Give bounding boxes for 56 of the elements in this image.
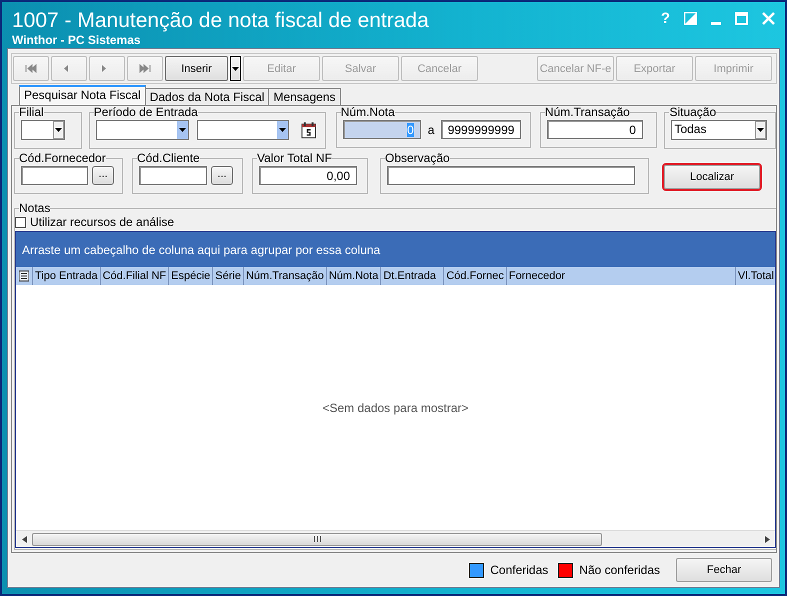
group-label: Notas: [19, 202, 50, 214]
group-label: Cód.Cliente: [137, 152, 200, 164]
group-label: Núm.Nota: [340, 106, 395, 118]
dropdown-button[interactable]: [277, 121, 288, 139]
group-label: Núm.Transação: [544, 106, 630, 118]
combo-value: Todas: [673, 121, 708, 138]
caret-icon[interactable]: [279, 128, 286, 132]
checkbox-label: Utilizar recursos de análise: [30, 215, 174, 229]
toolbar-button[interactable]: Inserir: [165, 56, 228, 81]
caret-icon[interactable]: [757, 128, 764, 132]
range-separator: a: [428, 122, 434, 136]
column-chooser-icon[interactable]: [19, 270, 29, 282]
checkbox[interactable]: [15, 216, 26, 228]
tab[interactable]: Pesquisar Nota Fiscal: [19, 85, 146, 105]
input-field[interactable]: [21, 166, 88, 185]
window-subtitle: Winthor - PC Sistemas: [12, 33, 142, 47]
input-field[interactable]: 0: [546, 120, 643, 139]
date-field[interactable]: [196, 120, 290, 140]
restore-icon[interactable]: [684, 12, 697, 24]
input-field[interactable]: [139, 166, 207, 185]
dropdown-button[interactable]: [176, 121, 188, 139]
dropdown-button[interactable]: [755, 121, 766, 139]
legend-label: Não conferidas: [579, 563, 660, 577]
empty-message: <Sem dados para mostrar>: [322, 400, 469, 414]
horizontal-scrollbar[interactable]: [16, 530, 775, 547]
grip-icon[interactable]: [314, 536, 320, 542]
group-label: Período de Entrada: [94, 106, 198, 118]
input-field[interactable]: 0,00: [259, 166, 357, 185]
dropdown-button[interactable]: [230, 56, 241, 81]
caret-icon[interactable]: [178, 128, 186, 132]
scroll-right-icon[interactable]: [764, 536, 770, 542]
group-label: Cód.Fornecedor: [19, 152, 106, 164]
browse-button[interactable]: ...: [92, 166, 114, 185]
dropdown-button[interactable]: [53, 121, 64, 139]
caret-icon[interactable]: [55, 128, 62, 132]
browse-button[interactable]: ...: [211, 166, 233, 185]
caret-icon[interactable]: [232, 66, 239, 70]
calendar-icon[interactable]: [301, 121, 317, 139]
group-label: Valor Total NF: [257, 152, 332, 164]
combo-box[interactable]: [21, 120, 65, 140]
group-label: Observação: [385, 152, 450, 164]
close-button[interactable]: Fechar: [676, 558, 772, 582]
group-label: Filial: [19, 106, 44, 118]
tab[interactable]: Mensagens: [268, 88, 340, 105]
input-field[interactable]: 9999999999: [441, 120, 522, 139]
field-value: 0: [407, 123, 414, 137]
group-label: Situação: [669, 106, 716, 118]
scroll-left-icon[interactable]: [22, 536, 26, 542]
input-field[interactable]: [387, 166, 635, 185]
group-hint: Arraste um cabeçalho de coluna aqui para agrupar por essa coluna: [22, 242, 380, 256]
search-button[interactable]: Localizar: [664, 165, 760, 189]
combo-box[interactable]: Todas: [671, 120, 768, 140]
tab[interactable]: Dados da Nota Fiscal: [144, 88, 270, 105]
legend-label: Conferidas: [490, 563, 548, 577]
date-field[interactable]: [96, 120, 189, 140]
window-title: 1007 - Manutenção de nota fiscal de entrada: [12, 8, 429, 33]
